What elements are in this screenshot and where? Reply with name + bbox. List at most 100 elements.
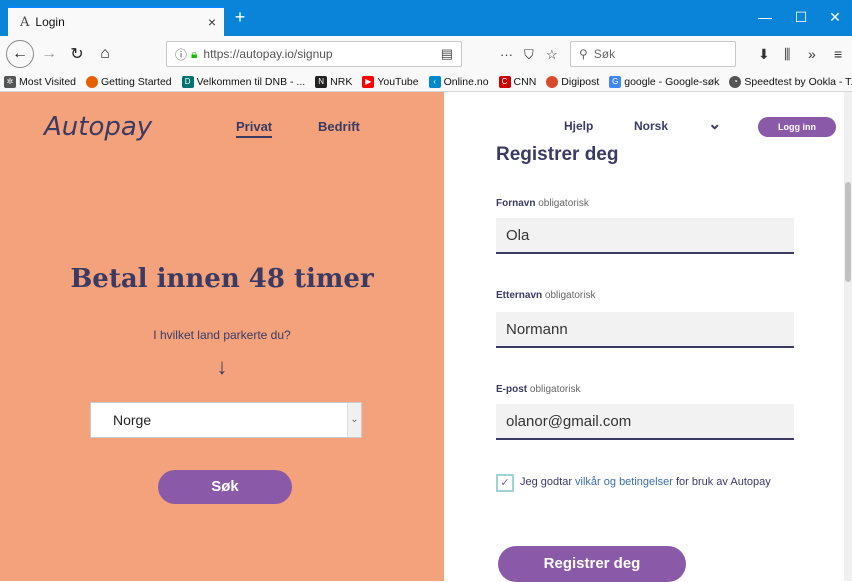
search-input[interactable]: Søk bbox=[594, 47, 615, 61]
library-icon[interactable]: ⫼ bbox=[784, 46, 790, 63]
home-icon: ⌂ bbox=[100, 45, 110, 62]
youtube-icon: ▶ bbox=[362, 75, 375, 88]
check-icon: ✓ bbox=[500, 477, 510, 489]
bookmark-item[interactable]: Ggoogle - Google-søk bbox=[609, 75, 720, 88]
bookmark-label: Velkommen til DNB - ... bbox=[196, 75, 306, 88]
bookmark-item[interactable]: Digipost bbox=[546, 75, 600, 88]
bookmark-label: Getting Started bbox=[101, 75, 172, 88]
scrollbar-thumb[interactable] bbox=[845, 182, 851, 282]
browser-navbar: ← → ↻ ⌂ ⓘ 🔒︎ https://autopay.io/signup ▤… bbox=[0, 36, 852, 72]
email-field[interactable]: olanor@gmail.com bbox=[496, 404, 794, 440]
chevron-down-icon[interactable]: ⌄ bbox=[347, 403, 361, 437]
language-selector[interactable]: Norsk bbox=[634, 119, 668, 133]
tab-title: Login bbox=[35, 15, 65, 29]
bookmark-item[interactable]: N NRK bbox=[315, 75, 353, 88]
email-label-text: E-post bbox=[496, 384, 528, 395]
dnb-icon: D bbox=[181, 75, 194, 88]
new-tab-button[interactable]: + bbox=[230, 6, 250, 30]
search-icon: ⚲ bbox=[579, 47, 588, 61]
tab-close-icon[interactable]: × bbox=[208, 14, 216, 30]
bookmark-label: Most Visited bbox=[19, 75, 76, 88]
lock-icon[interactable]: 🔒︎ bbox=[191, 47, 197, 62]
email-hint: obligatorisk bbox=[529, 384, 581, 395]
terms-link[interactable]: vilkår og betingelser bbox=[575, 476, 673, 488]
email-label: E-post obligatorisk bbox=[496, 384, 580, 395]
bookmark-item[interactable]: ◔ Speedtest by Ookla - T... bbox=[729, 75, 852, 88]
form-title: Registrer deg bbox=[496, 144, 619, 165]
online-icon: ‹ bbox=[428, 75, 441, 88]
search-bar[interactable]: ⚲ Søk bbox=[570, 41, 736, 67]
help-link[interactable]: Hjelp bbox=[564, 119, 593, 133]
pocket-icon[interactable]: ⛉ bbox=[524, 47, 534, 63]
bookmark-label: google - Google-søk bbox=[624, 75, 720, 88]
bookmark-item[interactable]: ✲ Most Visited bbox=[4, 75, 76, 88]
email-value: olanor@gmail.com bbox=[506, 412, 632, 430]
bookmark-label: NRK bbox=[330, 75, 353, 88]
bookmark-item[interactable]: D Velkommen til DNB - ... bbox=[181, 75, 306, 88]
back-button[interactable]: ← bbox=[6, 40, 34, 68]
lastname-field[interactable]: Normann bbox=[496, 312, 794, 348]
nrk-icon: N bbox=[315, 75, 328, 88]
country-select-value: Norge bbox=[113, 412, 152, 428]
bookmark-label: Speedtest by Ookla - T... bbox=[744, 75, 852, 88]
gear-icon: ✲ bbox=[4, 75, 16, 88]
page-actions-icon[interactable]: ··· bbox=[500, 47, 513, 62]
window-close-button[interactable]: ✕ bbox=[818, 0, 852, 36]
menu-icon[interactable]: ≡ bbox=[834, 46, 842, 62]
country-question: I hvilket land parkerte du? bbox=[153, 328, 291, 342]
cnn-icon: C bbox=[498, 75, 511, 88]
search-button[interactable]: Søk bbox=[158, 470, 292, 504]
lastname-value: Normann bbox=[506, 320, 568, 338]
address-bar[interactable]: ⓘ 🔒︎ https://autopay.io/signup ▤ bbox=[166, 41, 462, 67]
overflow-icon[interactable]: » bbox=[808, 46, 816, 62]
bookmark-label: CNN bbox=[513, 75, 537, 88]
right-panel: Hjelp Norsk ⌄ Logg inn Registrer deg For… bbox=[444, 92, 852, 582]
firstname-label-text: Fornavn bbox=[496, 198, 536, 209]
lastname-label-text: Etternavn bbox=[496, 290, 543, 301]
nav-privat[interactable]: Privat bbox=[236, 119, 273, 138]
bookmark-item[interactable]: ▶ YouTube bbox=[362, 75, 419, 88]
forward-button[interactable]: → bbox=[36, 41, 62, 67]
register-button[interactable]: Registrer deg bbox=[498, 546, 686, 582]
bookmark-label: Online.no bbox=[443, 75, 489, 88]
language-chevron-icon[interactable]: ⌄ bbox=[708, 114, 721, 134]
nav-bedrift[interactable]: Bedrift bbox=[318, 119, 360, 134]
downloads-icon[interactable]: ⬇ bbox=[758, 46, 770, 63]
url-text[interactable]: https://autopay.io/signup bbox=[203, 47, 332, 61]
minimize-button[interactable]: — bbox=[748, 0, 782, 36]
home-button[interactable]: ⌂ bbox=[92, 41, 118, 67]
lastname-label: Etternavn obligatorisk bbox=[496, 290, 596, 301]
firstname-hint: obligatorisk bbox=[538, 198, 589, 209]
bookmark-item[interactable]: C CNN bbox=[498, 75, 537, 88]
page-content: Autopay Privat Bedrift Betal innen 48 ti… bbox=[0, 92, 852, 582]
bookmark-star-icon[interactable]: ☆ bbox=[546, 47, 558, 63]
digipost-icon bbox=[546, 75, 559, 88]
back-arrow-icon: ← bbox=[12, 45, 28, 62]
bookmark-item[interactable]: Getting Started bbox=[86, 75, 172, 88]
page-headline: Betal innen 48 timer bbox=[70, 264, 374, 294]
autopay-logo[interactable]: Autopay bbox=[44, 112, 152, 142]
tab-favicon-icon: A bbox=[20, 14, 30, 30]
arrow-down-icon: ↓ bbox=[216, 354, 228, 379]
bookmarks-bar: ✲ Most Visited Getting Started D Velkommen… bbox=[0, 72, 852, 92]
terms-text: Jeg godtar vilkår og betingelser for bru… bbox=[520, 476, 771, 488]
reload-button[interactable]: ↻ bbox=[64, 41, 90, 67]
info-icon[interactable]: ⓘ bbox=[175, 46, 187, 63]
maximize-button[interactable]: ☐ bbox=[784, 0, 818, 36]
firstname-label: Fornavn obligatorisk bbox=[496, 198, 589, 209]
bookmark-label: YouTube bbox=[377, 75, 419, 88]
bookmark-label: Digipost bbox=[561, 75, 600, 88]
reader-view-icon[interactable]: ▤ bbox=[441, 46, 453, 62]
terms-before: Jeg godtar bbox=[520, 476, 576, 488]
country-select[interactable]: Norge ⌄ bbox=[90, 402, 362, 438]
firstname-field[interactable]: Ola bbox=[496, 218, 794, 254]
terms-checkbox[interactable]: ✓ bbox=[496, 474, 514, 492]
browser-tab[interactable]: A Login × bbox=[8, 6, 224, 36]
speedtest-icon: ◔ bbox=[729, 75, 742, 88]
page-scrollbar[interactable] bbox=[844, 92, 852, 581]
login-button[interactable]: Logg inn bbox=[758, 117, 836, 137]
firefox-icon bbox=[86, 75, 98, 88]
google-icon: G bbox=[609, 75, 622, 88]
lastname-hint: obligatorisk bbox=[544, 290, 596, 301]
bookmark-item[interactable]: ‹ Online.no bbox=[428, 75, 489, 88]
